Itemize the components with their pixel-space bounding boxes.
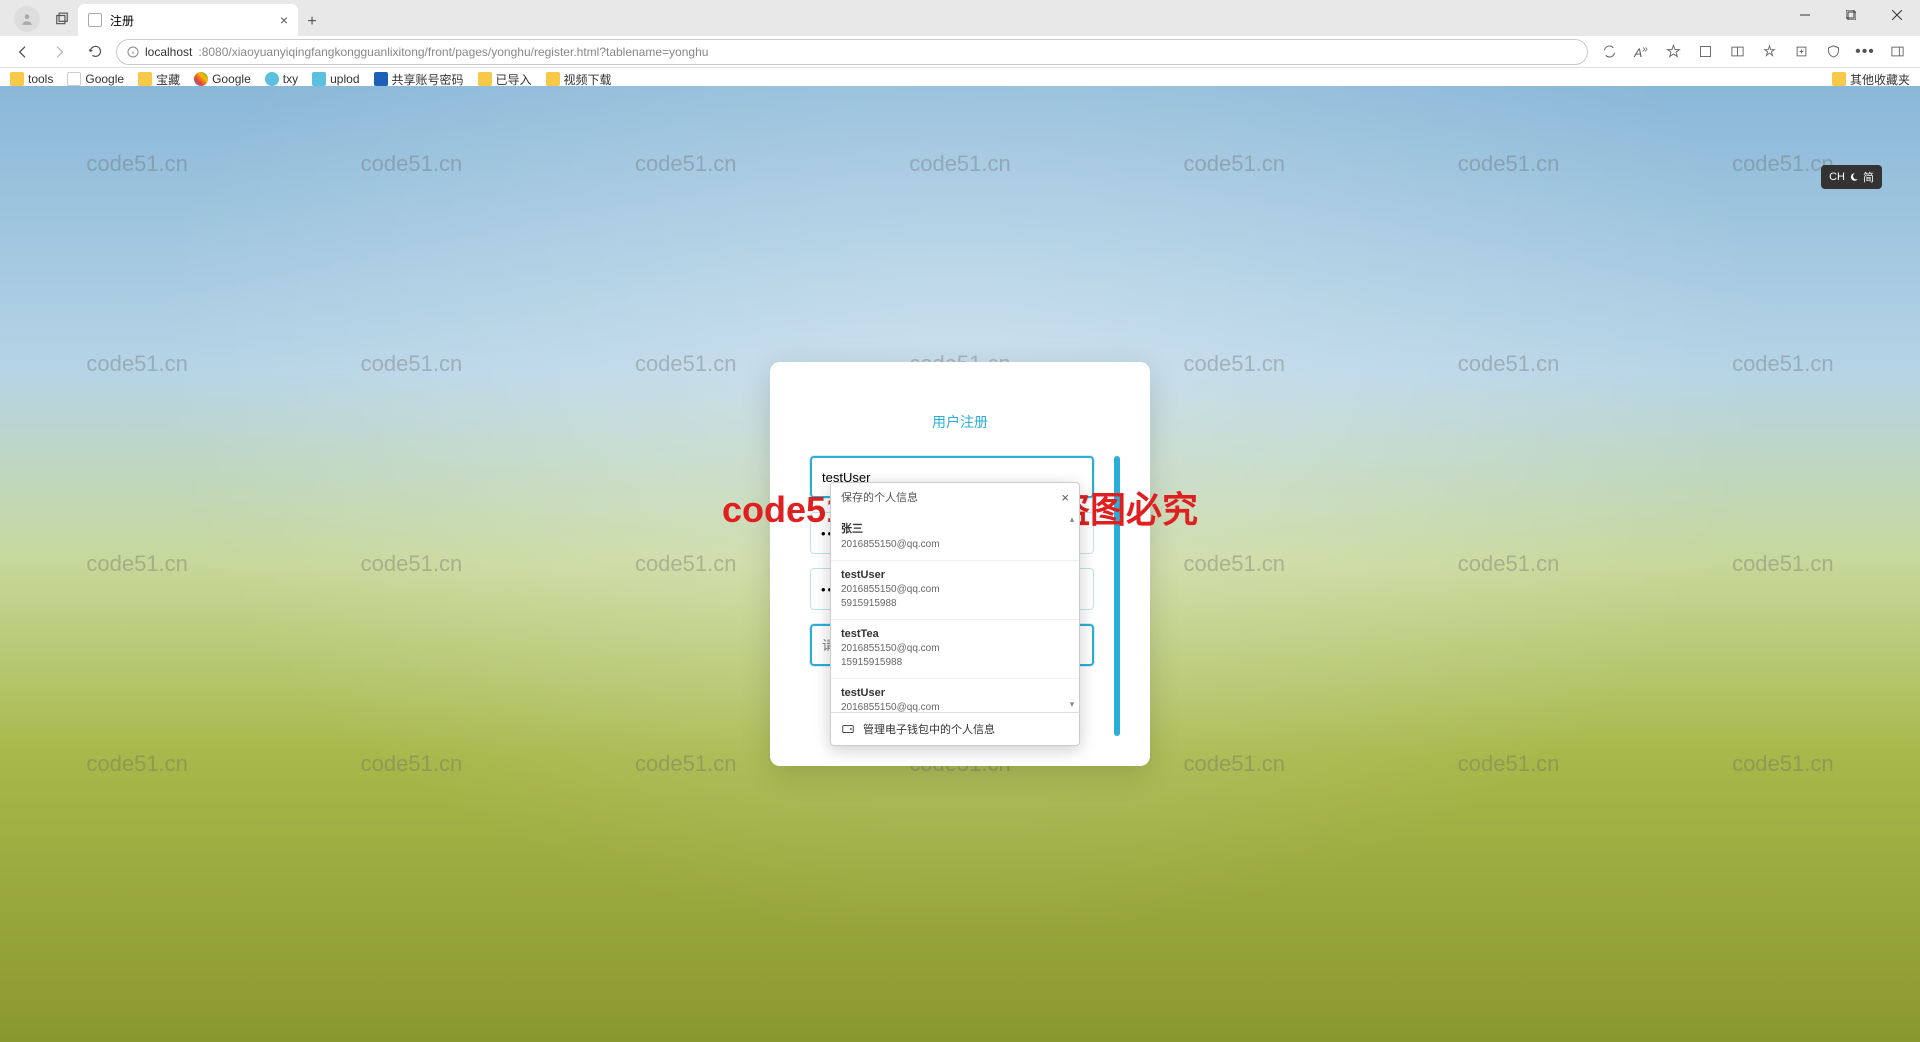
folder-icon: [478, 72, 492, 86]
sidebar-icon: [1890, 44, 1905, 59]
ime-indicator[interactable]: CH 简: [1821, 165, 1882, 189]
bookmark-google[interactable]: Google: [67, 72, 124, 86]
info-icon: [127, 46, 139, 58]
split-icon: [1730, 44, 1745, 59]
autofill-item[interactable]: 张三 2016855150@qq.com: [831, 512, 1079, 561]
folder-icon: [10, 72, 24, 86]
autofill-item[interactable]: testUser 2016855150@qq.com 5915915988: [831, 561, 1079, 620]
favorite-button[interactable]: [1658, 38, 1688, 66]
split-button[interactable]: [1722, 38, 1752, 66]
upload-icon: [312, 72, 326, 86]
tab-strip: 注册 × +: [0, 0, 1920, 36]
bookmark-google2[interactable]: Google: [194, 72, 251, 86]
address-bar[interactable]: localhost :8080/xiaoyuanyiqingfangkonggua…: [116, 39, 1588, 65]
sidebar-button[interactable]: [1882, 38, 1912, 66]
read-aloud-button[interactable]: A»: [1626, 38, 1656, 66]
arrow-right-icon: [51, 44, 67, 60]
page-icon: [67, 72, 81, 86]
folder-icon: [1832, 72, 1846, 86]
folder-icon: [546, 72, 560, 86]
more-icon: •••: [1855, 43, 1875, 61]
shield-icon: [1826, 44, 1841, 59]
bookmark-tools[interactable]: tools: [10, 72, 53, 86]
refresh-icon: [88, 44, 103, 59]
close-icon: [1892, 10, 1902, 20]
autofill-close-button[interactable]: ×: [1061, 490, 1069, 505]
toolbar-right: A» •••: [1594, 38, 1912, 66]
person-icon: [20, 12, 34, 26]
autofill-list[interactable]: ▴ 张三 2016855150@qq.com testUser 20168551…: [831, 512, 1079, 712]
minimize-icon: [1800, 10, 1810, 20]
maximize-button[interactable]: [1828, 0, 1874, 30]
collections-button[interactable]: [1786, 38, 1816, 66]
refresh-button[interactable]: [80, 38, 110, 66]
minimize-button[interactable]: [1782, 0, 1828, 30]
new-tab-button[interactable]: +: [298, 8, 326, 36]
extensions-button[interactable]: [1690, 38, 1720, 66]
arrow-left-icon: [15, 44, 31, 60]
sync-icon: [1602, 44, 1617, 59]
star-icon: [1666, 44, 1681, 59]
bookmark-baozang[interactable]: 宝藏: [138, 71, 180, 88]
browser-tab-active[interactable]: 注册 ×: [78, 4, 298, 36]
puzzle-icon: [1698, 44, 1713, 59]
autofill-title: 保存的个人信息: [841, 489, 918, 505]
nav-toolbar: localhost :8080/xiaoyuanyiqingfangkonggua…: [0, 36, 1920, 68]
sync-button[interactable]: [1594, 38, 1624, 66]
bookmark-other[interactable]: 其他收藏夹: [1832, 71, 1910, 88]
register-title: 用户注册: [770, 412, 1150, 432]
bookmark-txy[interactable]: txy: [265, 72, 298, 86]
url-path: :8080/xiaoyuanyiqingfangkongguanlixitong…: [198, 45, 708, 59]
maximize-icon: [1846, 10, 1856, 20]
autofill-popup: 保存的个人信息 × ▴ 张三 2016855150@qq.com testUse…: [830, 482, 1080, 746]
close-icon[interactable]: ×: [280, 12, 288, 28]
tab-favicon: [88, 13, 102, 27]
scroll-down-icon[interactable]: ▾: [1067, 699, 1077, 710]
read-aloud-icon: A»: [1634, 44, 1648, 60]
favorites-list-button[interactable]: [1754, 38, 1784, 66]
browser-chrome: 注册 × + localhost :8080/xiaoyuanyiqingfang…: [0, 0, 1920, 86]
forward-button[interactable]: [44, 38, 74, 66]
tab-overview-button[interactable]: [48, 5, 76, 33]
bookmark-share[interactable]: 共享账号密码: [374, 71, 464, 88]
share-icon: [374, 72, 388, 86]
folder-icon: [138, 72, 152, 86]
scroll-up-icon[interactable]: ▴: [1067, 514, 1077, 525]
moon-icon: [1849, 172, 1859, 182]
collections-icon: [1794, 44, 1809, 59]
bookmark-uplod[interactable]: uplod: [312, 72, 359, 86]
autofill-item[interactable]: testTea 2016855150@qq.com 15915915988: [831, 620, 1079, 679]
tab-title: 注册: [110, 12, 134, 29]
window-controls: [1782, 0, 1920, 30]
accent-bar: [1114, 456, 1120, 736]
cloud-icon: [265, 72, 279, 86]
wallet-icon: [841, 722, 855, 736]
star-plus-icon: [1762, 44, 1777, 59]
more-button[interactable]: •••: [1850, 38, 1880, 66]
autofill-manage-button[interactable]: 管理电子钱包中的个人信息: [831, 712, 1079, 745]
tabs-icon: [55, 12, 69, 26]
bookmark-imported[interactable]: 已导入: [478, 71, 532, 88]
close-window-button[interactable]: [1874, 0, 1920, 30]
shield-button[interactable]: [1818, 38, 1848, 66]
google-icon: [194, 72, 208, 86]
url-origin: localhost: [145, 45, 192, 59]
bookmark-video[interactable]: 视频下载: [546, 71, 612, 88]
back-button[interactable]: [8, 38, 38, 66]
profile-button[interactable]: [14, 6, 40, 32]
autofill-item[interactable]: testUser 2016855150@qq.com: [831, 679, 1079, 712]
